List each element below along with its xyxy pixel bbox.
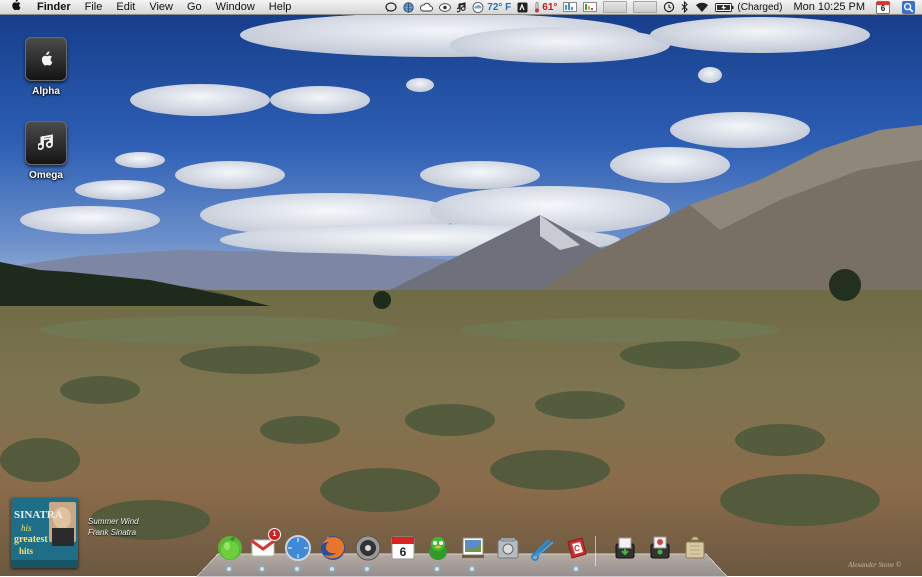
- gmail-notifier-icon[interactable]: 1: [248, 528, 281, 563]
- running-indicator: [295, 567, 299, 571]
- weather-temp: 72° F: [487, 1, 512, 13]
- battery-menu[interactable]: (Charged): [712, 0, 785, 15]
- dock: 1 6 C: [210, 528, 710, 571]
- disk-graph-icon: [633, 1, 658, 13]
- desktop-wallpaper: [0, 0, 922, 576]
- apple-menu-icon[interactable]: [0, 0, 30, 15]
- preview-icon[interactable]: [458, 533, 488, 563]
- itunes-icon[interactable]: [353, 533, 383, 563]
- album-art: SINATRA his greatest hits: [11, 498, 78, 568]
- adium-icon[interactable]: [423, 533, 453, 563]
- scissors-icon[interactable]: [528, 533, 558, 563]
- calendar-day: 6: [880, 3, 886, 13]
- wallpaper-signature: Alexander Stone ©: [848, 561, 902, 569]
- running-indicator: [330, 567, 334, 571]
- itunes-note-icon[interactable]: [454, 0, 469, 15]
- running-indicator: [365, 567, 369, 571]
- menu-finder[interactable]: Finder: [30, 0, 78, 15]
- running-indicator: [227, 567, 231, 571]
- ical-day: 6: [400, 545, 407, 559]
- wifi-icon[interactable]: [692, 0, 712, 15]
- disk-meter[interactable]: [630, 0, 660, 15]
- dock-separator: [595, 536, 596, 566]
- cpu-temp-readout[interactable]: 61°: [531, 0, 560, 15]
- battery-icon: [715, 2, 734, 12]
- menu-help[interactable]: Help: [262, 0, 299, 15]
- menu-clock[interactable]: Mon 10:25 PM: [785, 0, 873, 15]
- documents-stack-icon[interactable]: [645, 533, 675, 563]
- spotlight-icon[interactable]: [899, 0, 918, 15]
- safari-icon[interactable]: [283, 533, 313, 563]
- menu-view[interactable]: View: [142, 0, 180, 15]
- battery-status: (Charged): [737, 1, 783, 13]
- running-indicator: [470, 567, 474, 571]
- network-meter[interactable]: [600, 0, 630, 15]
- finder-icon[interactable]: [215, 533, 245, 563]
- eye-icon[interactable]: [436, 0, 454, 15]
- menu-bar: Finder File Edit View Go Window Help 72°…: [0, 0, 922, 15]
- desktop-icon-label: Alpha: [32, 86, 60, 97]
- music-drive-icon: [25, 121, 67, 165]
- trash-icon[interactable]: [680, 533, 710, 563]
- mail-badge: 1: [268, 528, 281, 541]
- calendar-red-icon[interactable]: C: [562, 533, 592, 563]
- menu-edit[interactable]: Edit: [109, 0, 142, 15]
- downloads-stack-icon[interactable]: [610, 533, 640, 563]
- menu-go[interactable]: Go: [180, 0, 209, 15]
- ical-icon[interactable]: 6: [388, 533, 418, 563]
- memory-meter[interactable]: [580, 0, 600, 15]
- track-artist: Frank Sinatra: [88, 528, 137, 537]
- istat-icon[interactable]: [514, 0, 531, 15]
- cloud-sync-icon[interactable]: [417, 0, 436, 15]
- cpu-meter[interactable]: [560, 0, 580, 15]
- memory-meter-icon: [583, 2, 598, 12]
- globe-icon[interactable]: [400, 0, 417, 15]
- cpu-temp: 61°: [542, 1, 558, 13]
- time-machine-icon[interactable]: [660, 0, 678, 15]
- chat-bubble-icon[interactable]: [382, 0, 400, 15]
- disk-utility-icon[interactable]: [493, 533, 523, 563]
- desktop-icon-label: Omega: [29, 170, 63, 181]
- weather-icon[interactable]: 72° F: [469, 0, 514, 15]
- track-title: Summer Wind: [88, 517, 139, 526]
- running-indicator: [574, 567, 578, 571]
- running-indicator: [260, 567, 264, 571]
- desktop-drive-alpha[interactable]: Alpha: [16, 37, 76, 97]
- album-title-line3: greatest: [14, 534, 48, 545]
- menu-window[interactable]: Window: [209, 0, 262, 15]
- album-title-line1: SINATRA: [14, 509, 63, 521]
- cpu-meter-icon: [563, 2, 578, 12]
- desktop-drive-omega[interactable]: Omega: [16, 121, 76, 181]
- apple-drive-icon: [25, 37, 67, 81]
- album-title-line2: his: [21, 523, 32, 533]
- running-indicator: [435, 567, 439, 571]
- now-playing-widget[interactable]: SINATRA his greatest hits Summer Wind Fr…: [11, 498, 211, 568]
- network-graph-icon: [603, 1, 628, 13]
- menu-file[interactable]: File: [78, 0, 110, 15]
- calendar-menu[interactable]: 6: [873, 0, 899, 15]
- album-title-line4: hits: [19, 546, 34, 556]
- bluetooth-icon[interactable]: [678, 0, 692, 15]
- svg-text:C: C: [574, 544, 580, 553]
- firefox-icon[interactable]: [318, 533, 348, 563]
